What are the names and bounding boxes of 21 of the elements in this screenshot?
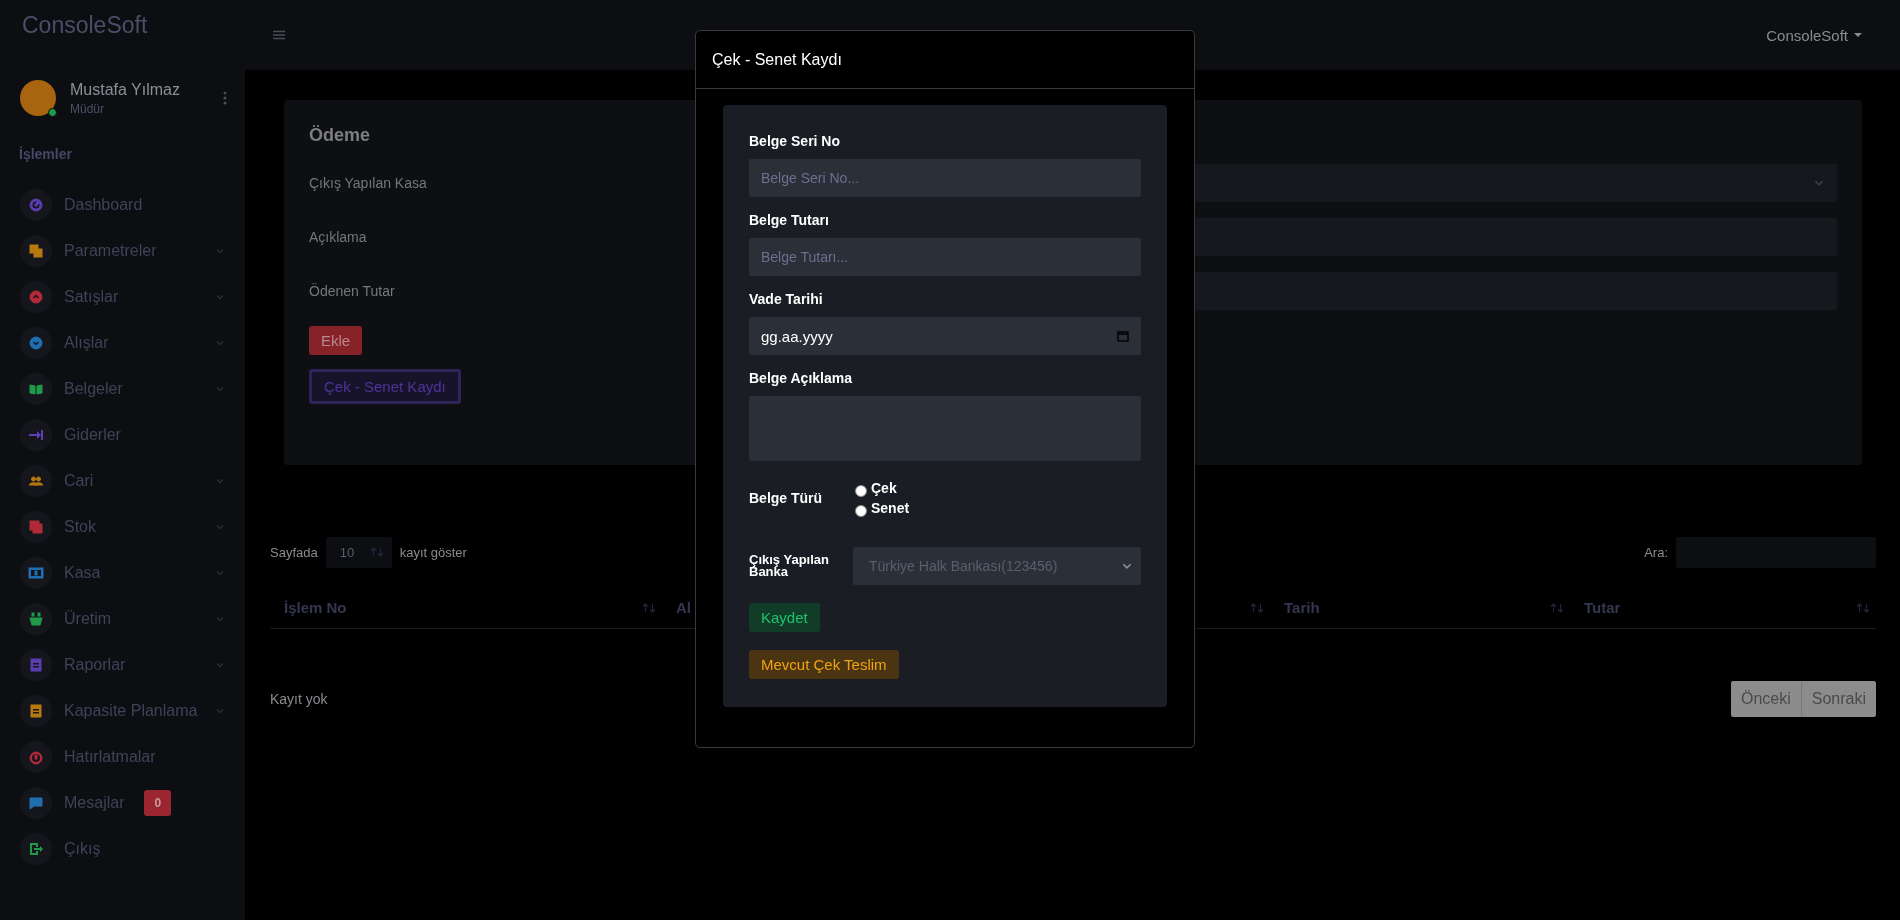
empty-message: Kayıt yok bbox=[270, 691, 328, 707]
search-label: Ara: bbox=[1644, 544, 1668, 560]
field-label: Belge Tutarı bbox=[749, 212, 830, 228]
user-role: Müdür bbox=[70, 101, 105, 116]
field-label: Vade Tarihi bbox=[749, 291, 824, 307]
field-label: Çıkış Yapılan Banka bbox=[749, 553, 830, 579]
field-label: Belge Seri No bbox=[749, 133, 842, 149]
section-heading: İşlemler bbox=[18, 145, 73, 164]
modal-title: Çek - Senet Kaydı bbox=[712, 50, 842, 69]
user-name: Mustafa Yılmaz bbox=[70, 80, 181, 99]
length-label: Sayfada bbox=[270, 544, 318, 560]
field-label: Ödenen Tutar bbox=[309, 283, 395, 299]
length-label: kayıt göster bbox=[399, 544, 467, 560]
field-label: Çıkış Yapılan Kasa bbox=[309, 175, 427, 191]
field-label: Belge Açıklama bbox=[749, 370, 853, 386]
radio-label: Senet bbox=[871, 500, 910, 516]
radio-label: Çek bbox=[871, 480, 897, 496]
field-label: Açıklama bbox=[309, 229, 367, 245]
count-badge: 0 bbox=[144, 790, 172, 816]
card-title: Ödeme bbox=[309, 125, 371, 146]
field-label: Belge Türü bbox=[749, 490, 824, 506]
